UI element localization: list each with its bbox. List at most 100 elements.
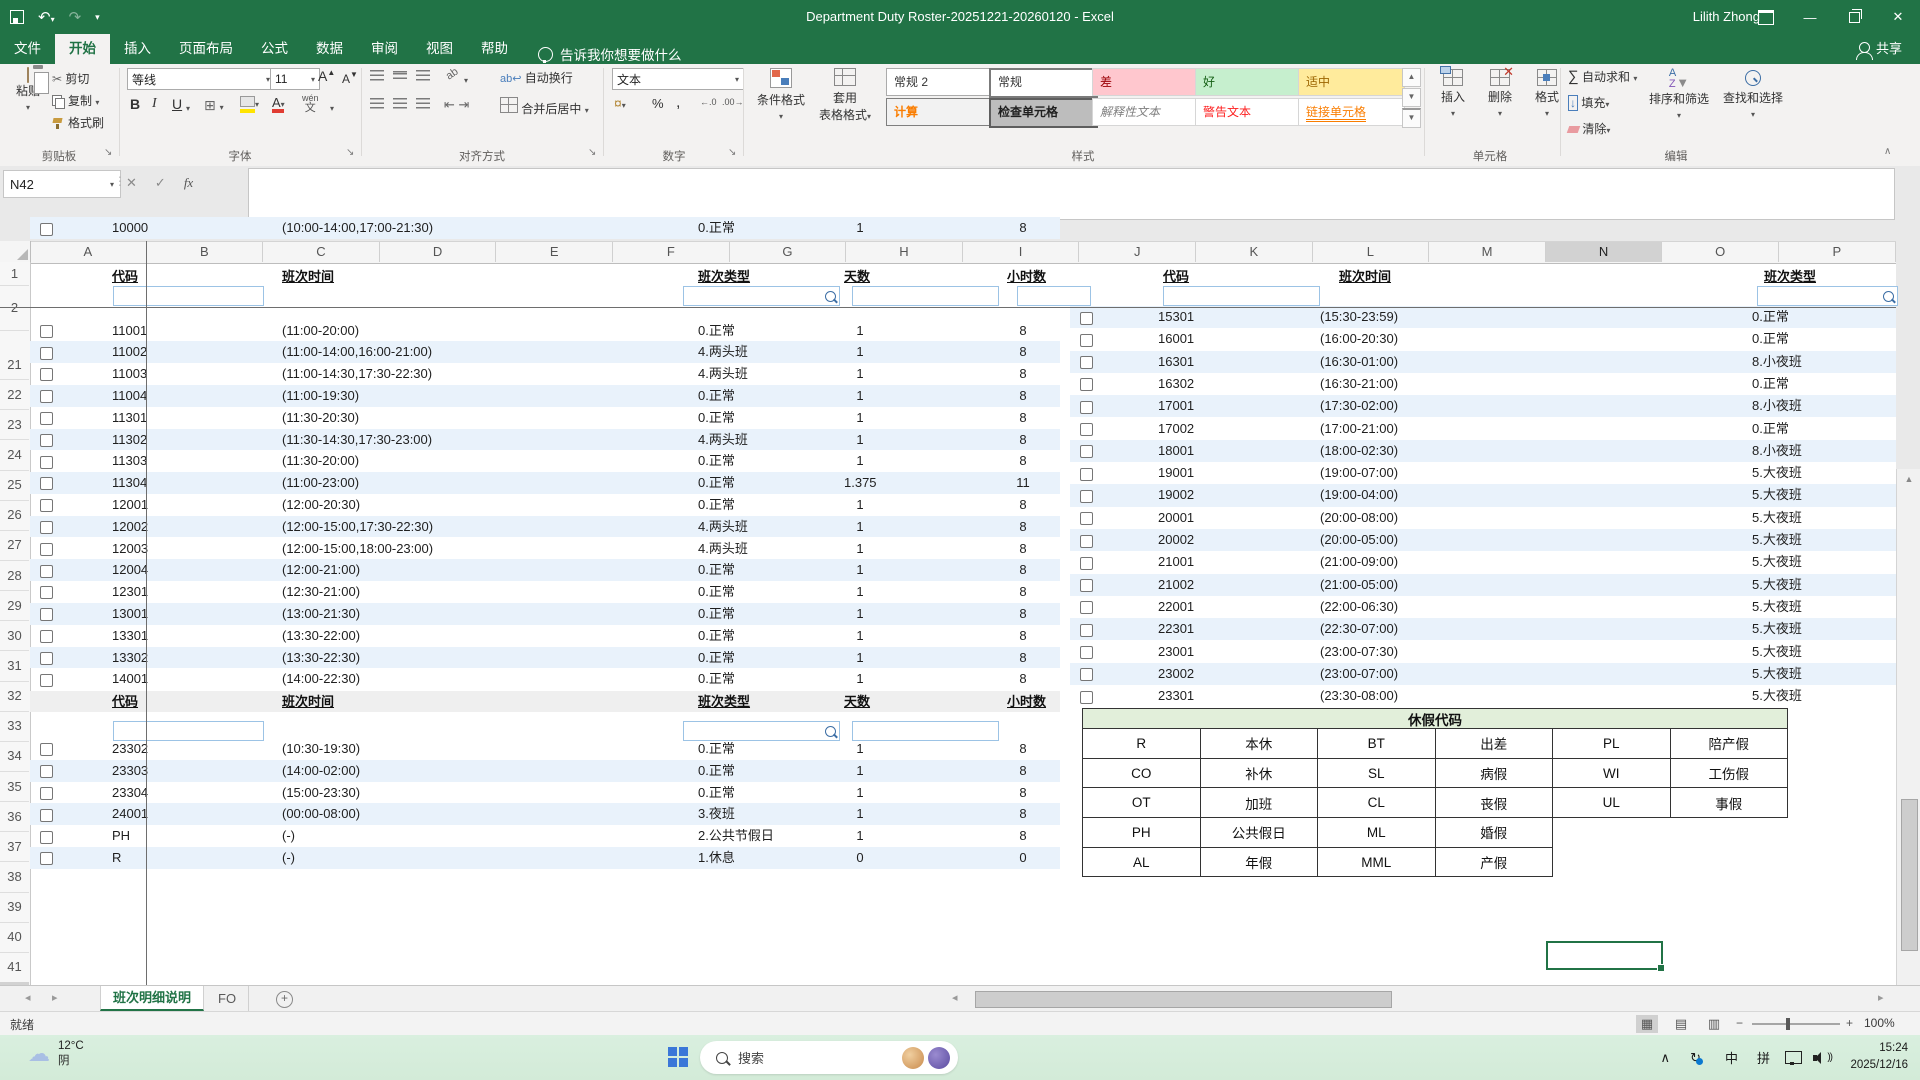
row-header-32[interactable]: 32 — [0, 681, 29, 712]
column-header-O[interactable]: O — [1662, 242, 1779, 262]
row-checkbox[interactable] — [40, 412, 53, 425]
row-checkbox[interactable] — [40, 228, 53, 236]
row-checkbox[interactable] — [1080, 601, 1093, 614]
filter-input-hours[interactable] — [1017, 286, 1091, 306]
name-box[interactable]: N42▾ — [3, 170, 121, 198]
tray-chevron-icon[interactable]: ∧ — [1660, 1035, 1670, 1080]
cell-style-chip[interactable]: 常规 2 — [886, 68, 993, 96]
cell-style-chip[interactable]: 检查单元格 — [989, 98, 1098, 128]
share-button[interactable]: 共享 — [1859, 38, 1902, 57]
row-checkbox[interactable] — [40, 809, 53, 822]
row-checkbox[interactable] — [40, 586, 53, 599]
row-header-25[interactable]: 25 — [0, 470, 29, 501]
page-layout-view-icon[interactable]: ▤ — [1670, 1015, 1692, 1033]
delete-cells-button[interactable]: ✕ 删除▾ — [1479, 69, 1521, 119]
filter-input-shift-type-right[interactable] — [1757, 286, 1898, 306]
row-checkbox[interactable] — [40, 521, 53, 534]
ribbon-tab-帮助[interactable]: 帮助 — [467, 34, 522, 64]
cell-style-chip[interactable]: 计算 — [886, 98, 993, 126]
styles-gallery-more-icon[interactable]: ▼ — [1402, 108, 1421, 128]
row-header-26[interactable]: 26 — [0, 500, 29, 531]
row-checkbox[interactable] — [40, 787, 53, 800]
autosum-button[interactable]: ∑ 自动求和 ▾ — [1568, 68, 1637, 85]
selected-cell[interactable] — [1546, 941, 1663, 970]
formula-bar-splitter[interactable]: ⋮ — [114, 174, 126, 188]
row-header-36[interactable]: 36 — [0, 801, 29, 832]
font-dialog-launcher[interactable]: ↘ — [346, 147, 354, 158]
column-header-D[interactable]: D — [380, 242, 497, 262]
column-header-H[interactable]: H — [846, 242, 963, 262]
row-header-23[interactable]: 23 — [0, 409, 29, 440]
column-header-G[interactable]: G — [730, 242, 847, 262]
row-header-21[interactable]: 21 — [0, 349, 29, 380]
row-checkbox[interactable] — [40, 765, 53, 778]
cut-button[interactable]: ✂ 剪切 — [52, 70, 89, 87]
clear-button[interactable]: 清除▾ — [1568, 120, 1610, 137]
column-header-I[interactable]: I — [963, 242, 1080, 262]
row-checkbox[interactable] — [40, 652, 53, 665]
row-header-30[interactable]: 30 — [0, 620, 29, 651]
filter-input-code[interactable] — [113, 286, 264, 306]
column-header-L[interactable]: L — [1313, 242, 1430, 262]
horizontal-scroll-thumb[interactable] — [975, 991, 1392, 1008]
minimize-button[interactable]: — — [1788, 0, 1832, 34]
cancel-entry-icon[interactable]: ✕ — [126, 175, 137, 191]
row-checkbox[interactable] — [1080, 312, 1093, 325]
horizontal-scrollbar[interactable] — [965, 990, 1873, 1007]
tell-me-box[interactable]: 告诉我你想要做什么 — [538, 44, 682, 64]
sheet-nav-right-icon[interactable]: ▸ — [52, 986, 58, 1011]
normal-view-icon[interactable]: ▦ — [1636, 1015, 1658, 1033]
cell-style-chip[interactable]: 警告文本 — [1195, 98, 1302, 126]
format-as-table-button[interactable]: 套用 表格格式▾ — [814, 68, 876, 123]
format-cells-button[interactable]: 格式▾ — [1526, 69, 1568, 119]
phonetic-button[interactable]: wén文 — [302, 94, 319, 114]
row-header-33[interactable]: 33 — [0, 711, 29, 742]
orientation-dropdown[interactable]: ▾ — [464, 72, 468, 86]
comma-style-button[interactable]: , — [676, 94, 680, 112]
shrink-font-button[interactable]: A▼ — [342, 70, 358, 86]
column-header-C[interactable]: C — [263, 242, 380, 262]
column-header-B[interactable]: B — [147, 242, 264, 262]
zoom-slider-handle[interactable] — [1786, 1018, 1790, 1030]
sheet-nav-left-icon[interactable]: ◂ — [25, 986, 31, 1011]
cell-style-chip[interactable]: 常规 — [989, 68, 1098, 98]
row-checkbox[interactable] — [40, 565, 53, 578]
row-header-28[interactable]: 28 — [0, 560, 29, 591]
fill-button[interactable]: ↓ 填充▾ — [1568, 94, 1609, 111]
paste-button[interactable]: 粘贴▾ — [6, 68, 50, 113]
row-checkbox[interactable] — [1080, 691, 1093, 704]
row-header-40[interactable]: 40 — [0, 922, 29, 953]
vertical-scroll-thumb[interactable] — [1901, 799, 1918, 951]
sync-icon[interactable]: ↻ — [1690, 1035, 1708, 1080]
zoom-out-icon[interactable]: − — [1736, 1016, 1743, 1030]
wrap-text-button[interactable]: ab↩ 自动换行 — [500, 69, 573, 86]
increase-decimal-button[interactable]: ←.0 — [700, 97, 717, 107]
confirm-entry-icon[interactable]: ✓ — [155, 175, 166, 191]
row-header-24[interactable]: 24 — [0, 439, 29, 470]
zoom-slider[interactable] — [1752, 1023, 1840, 1025]
row-header-29[interactable]: 29 — [0, 590, 29, 621]
row-checkbox[interactable] — [1080, 423, 1093, 436]
column-header-M[interactable]: M — [1429, 242, 1546, 262]
row-checkbox[interactable] — [1080, 512, 1093, 525]
clipboard-dialog-launcher[interactable]: ↘ — [104, 147, 112, 158]
italic-button[interactable]: I — [152, 96, 157, 112]
column-header-E[interactable]: E — [496, 242, 613, 262]
row-header-27[interactable]: 27 — [0, 530, 29, 561]
filter-input-days[interactable] — [852, 286, 999, 306]
cell-style-chip[interactable]: 好 — [1195, 68, 1302, 96]
ribbon-tab-插入[interactable]: 插入 — [110, 34, 165, 64]
row-checkbox[interactable] — [1080, 535, 1093, 548]
accounting-format-button[interactable]: ¤▾ — [614, 95, 626, 111]
grow-font-button[interactable]: A▲ — [318, 68, 335, 84]
row-header-1[interactable]: 1 — [0, 262, 29, 286]
search-box[interactable]: 搜索 — [700, 1041, 958, 1074]
row-checkbox[interactable] — [1080, 557, 1093, 570]
conditional-formatting-button[interactable]: 条件格式▾ — [752, 68, 810, 122]
orientation-button[interactable]: ab — [444, 66, 461, 83]
row-header-2[interactable]: 2 — [0, 285, 29, 331]
zoom-level[interactable]: 100% — [1864, 1016, 1895, 1030]
sheet-tab-FO[interactable]: FO — [206, 986, 249, 1011]
row-checkbox[interactable] — [40, 368, 53, 381]
row-checkbox[interactable] — [40, 831, 53, 844]
